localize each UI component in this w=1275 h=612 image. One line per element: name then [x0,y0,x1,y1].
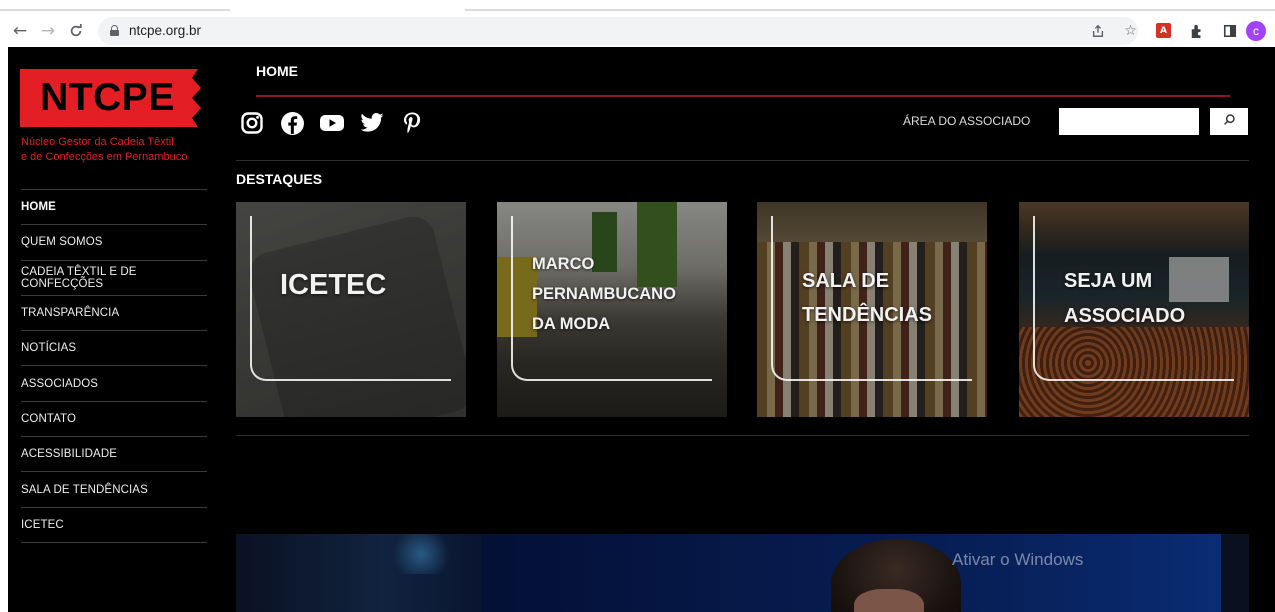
search-icon [1223,113,1236,131]
banner-glow [386,534,456,574]
featured-card-marco-pernambucano[interactable]: MARCO PERNAMBUCANO DA MODA [497,202,727,417]
sidebar-item-label: QUEM SOMOS [21,236,103,249]
card-title-line: DA MODA [532,315,611,333]
sidebar-item-label: TRANSPARÊNCIA [21,307,120,320]
pdf-extension-icon[interactable]: A [1147,14,1180,47]
sidebar-item-label: CADEIA TÊXTIL E DE CONFECÇÕES [21,265,137,290]
sidebar-item-transparencia[interactable]: TRANSPARÊNCIA [21,296,207,332]
sidebar-item-label: ACESSIBILIDADE [21,448,117,461]
tagline-line-2: e de Confecções em Pernambuco [21,151,188,163]
site-logo[interactable]: NTCPE [20,69,202,127]
banner-right-edge [1221,534,1249,612]
reload-icon[interactable] [62,17,90,45]
tab-strip [0,0,1275,14]
card-title-line: ASSOCIADO [1064,305,1186,327]
page-viewport: NTCPE Núcleo Gestor da Cadeia Têxtil e d… [8,47,1275,612]
sidebar-item-sala-de-tendencias[interactable]: SALA DE TENDÊNCIAS [21,472,207,508]
featured-card-sala-de-tendencias[interactable]: SALA DE TENDÊNCIAS [757,202,987,417]
sidebar-item-cadeia-textil[interactable]: CADEIA TÊXTIL E DE CONFECÇÕES [21,261,207,296]
top-nav-home[interactable]: HOME [256,63,298,79]
forward-icon[interactable]: → [34,17,62,45]
social-links [238,109,426,137]
instagram-icon[interactable] [238,109,266,137]
featured-heading: DESTAQUES [236,171,323,187]
area-do-associado-link[interactable]: ÁREA DO ASSOCIADO [903,114,1030,128]
card-title: ICETEC [280,269,387,301]
card-title-line: PERNAMBUCANO [532,285,676,303]
toolbar-actions: ☆ A c [1081,14,1275,47]
share-icon[interactable] [1081,14,1114,47]
sidebar-item-quem-somos[interactable]: QUEM SOMOS [21,225,207,261]
pinterest-icon[interactable] [398,109,426,137]
sidebar-item-noticias[interactable]: NOTÍCIAS [21,331,207,367]
search-button[interactable] [1210,108,1248,135]
sidebar-item-label: ICETEC [21,518,64,531]
youtube-icon[interactable] [318,109,346,137]
lock-icon [110,25,119,36]
sidebar-item-label: HOME [21,201,56,214]
card-title-line: SALA DE [802,270,890,292]
star-icon[interactable]: ☆ [1114,14,1147,47]
side-panel-icon[interactable] [1213,14,1246,47]
sidebar-item-contato[interactable]: CONTATO [21,402,207,438]
address-bar[interactable]: ntcpe.org.br [98,16,1138,45]
header-divider [256,95,1230,97]
banner-person-face [854,589,924,612]
featured-card-icetec[interactable]: ICETEC [236,202,466,417]
card-title: SALA DE TENDÊNCIAS [802,264,932,332]
logo-tagline: Núcleo Gestor da Cadeia Têxtil e de Conf… [21,135,221,165]
card-title: MARCO PERNAMBUCANO DA MODA [532,249,676,339]
sidebar-item-label: CONTATO [21,412,77,425]
sidebar-item-associados[interactable]: ASSOCIADOS [21,366,207,402]
tagline-line-1: Núcleo Gestor da Cadeia Têxtil [21,136,174,148]
card-title: SEJA UM ASSOCIADO [1064,264,1185,334]
card-title-line: MARCO [532,255,595,273]
featured-bottom-divider [236,435,1249,436]
tab-underline-right [465,9,1275,11]
tab-underline [0,9,230,11]
sidebar-item-acessibilidade[interactable]: ACESSIBILIDADE [21,437,207,473]
facebook-icon[interactable] [278,109,306,137]
hero-banner[interactable] [236,534,1249,612]
windows-activation-watermark: Ativar o Windows [952,550,1084,569]
sidebar-item-label: SALA DE TENDÊNCIAS [21,483,148,496]
sidebar-nav: HOME QUEM SOMOS CADEIA TÊXTIL E DE CONFE… [21,189,207,543]
featured-card-seja-um-associado[interactable]: SEJA UM ASSOCIADO [1019,202,1249,417]
card-title-line: TENDÊNCIAS [802,304,933,326]
search-input[interactable] [1059,108,1199,135]
twitter-icon[interactable] [358,109,386,137]
browser-toolbar: ← → ntcpe.org.br ☆ A c [0,14,1275,47]
profile-avatar[interactable]: c [1246,20,1266,41]
sidebar-item-label: NOTÍCIAS [21,342,77,355]
back-icon[interactable]: ← [6,17,34,45]
sidebar-item-label: ASSOCIADOS [21,377,99,390]
sidebar-item-home[interactable]: HOME [21,190,207,226]
logo-text: NTCPE [40,76,175,119]
card-title-line: SEJA UM [1064,270,1153,292]
header-bottom-divider [236,160,1249,161]
url-text: ntcpe.org.br [129,23,202,38]
sidebar-item-icetec[interactable]: ICETEC [21,508,207,543]
extensions-icon[interactable] [1180,14,1213,47]
